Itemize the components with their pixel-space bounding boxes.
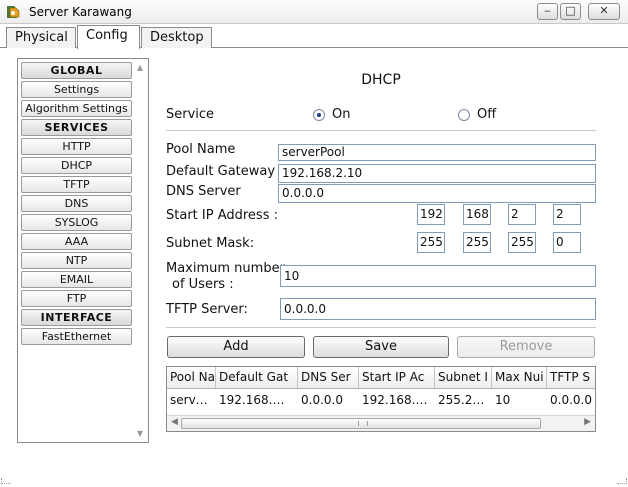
default-gateway-input[interactable]: 192.168.2.10 [278,164,596,183]
pool-table: Pool Na Default Gat DNS Ser Start IP Ac Subn… [166,366,596,432]
sidebar-item-syslog[interactable]: SYSLOG [21,214,132,231]
table-cell: serv… [170,393,208,407]
tab-strip: Physical Config Desktop [0,25,628,49]
table-header: Pool Na Default Gat DNS Ser Start IP Ac Subn… [167,367,595,389]
column-header[interactable]: Default Gat [216,367,298,388]
subnet-octet-1[interactable]: 255 [417,232,445,253]
add-button[interactable]: Add [167,336,305,358]
divider [166,130,596,131]
tab-physical[interactable]: Physical [6,27,76,48]
table-cell: 0.0.0.0 [301,393,343,407]
tab-config[interactable]: Config [77,25,140,49]
tftp-server-input[interactable]: 0.0.0.0 [280,298,596,320]
scrollbar-thumb[interactable] [181,418,541,429]
minimize-button[interactable]: ‒ [537,3,558,20]
sidebar-section-header: GLOBAL [21,62,132,79]
table-cell: 10 [495,393,511,407]
sidebar-item-settings[interactable]: Settings [21,81,132,98]
subnet-octet-4[interactable]: 0 [553,232,581,253]
window-title: Server Karawang [29,5,132,19]
subnet-mask-label: Subnet Mask: [166,236,255,251]
max-users-label-line2: of Users : [172,277,234,292]
table-hscrollbar[interactable]: ◀ ▶ [167,415,595,431]
service-off-radio[interactable] [458,109,470,121]
service-on-label: On [332,107,351,122]
default-gateway-label: Default Gateway [166,164,276,179]
dns-server-input[interactable]: 0.0.0.0 [278,184,596,203]
sidebar-item-dhcp[interactable]: DHCP [21,157,132,174]
table-cell: 0.0.0.0 [550,393,592,407]
tab-desktop[interactable]: Desktop [141,27,212,48]
subnet-octet-2[interactable]: 255 [463,232,491,253]
table-cell: 192.168.… [362,393,428,407]
sidebar-item-tftp[interactable]: TFTP [21,176,132,193]
column-header[interactable]: Pool Na [167,367,216,388]
sidebar-section-header: INTERFACE [21,309,132,326]
dhcp-panel: DHCP Service On Off Pool Name serverPool… [166,58,598,443]
dns-server-label: DNS Server [166,184,241,199]
pool-name-input[interactable]: serverPool [278,144,596,161]
service-on-radio[interactable] [313,109,325,121]
page-title: DHCP [361,72,401,88]
start-ip-octet-3[interactable]: 2 [508,204,536,225]
column-header[interactable]: DNS Ser [298,367,359,388]
sidebar-item-algorithm-settings[interactable]: Algorithm Settings [21,100,132,117]
resize-corner [617,478,627,484]
divider [166,327,596,328]
sidebar-list: GLOBAL Settings Algorithm Settings SERVICES… [21,62,132,347]
column-header[interactable]: TFTP S [547,367,595,388]
save-button[interactable]: Save [313,336,449,358]
start-ip-octet-2[interactable]: 168 [463,204,491,225]
table-cell: 255.2… [438,393,485,407]
config-sidebar: GLOBAL Settings Algorithm Settings SERVICES… [17,58,149,443]
column-header[interactable]: Subnet I [435,367,492,388]
column-header[interactable]: Max Nui [492,367,547,388]
sidebar-item-ftp[interactable]: FTP [21,290,132,307]
sidebar-item-fastethernet[interactable]: FastEthernet [21,328,132,345]
scroll-down-icon[interactable]: ▼ [134,429,146,438]
start-ip-label: Start IP Address : [166,208,278,223]
maximize-button[interactable]: □ [560,3,581,20]
sidebar-item-dns[interactable]: DNS [21,195,132,212]
sidebar-item-http[interactable]: HTTP [21,138,132,155]
service-off-label: Off [477,107,497,122]
resize-corner [1,478,11,484]
pool-name-label: Pool Name [166,142,236,157]
sidebar-item-ntp[interactable]: NTP [21,252,132,269]
close-button[interactable]: ✕ [588,3,620,20]
server-app-icon [7,6,20,18]
sidebar-item-aaa[interactable]: AAA [21,233,132,250]
scroll-right-icon[interactable]: ▶ [584,417,591,427]
column-header[interactable]: Start IP Ac [359,367,435,388]
sidebar-item-email[interactable]: EMAIL [21,271,132,288]
title-bar: Server Karawang ‒ □ ✕ [0,0,628,24]
start-ip-octet-1[interactable]: 192 [417,204,445,225]
subnet-octet-3[interactable]: 255 [508,232,536,253]
sidebar-scrollbar[interactable]: ▲ ▼ [134,61,146,440]
max-users-input[interactable]: 10 [280,265,596,287]
sidebar-section-header: SERVICES [21,119,132,136]
tftp-server-label: TFTP Server: [166,302,248,317]
max-users-label-line1: Maximum number [166,261,285,276]
scroll-left-icon[interactable]: ◀ [171,417,178,427]
service-label: Service [166,107,215,122]
remove-button[interactable]: Remove [457,336,595,358]
table-cell: 192.168.… [219,393,285,407]
scroll-up-icon[interactable]: ▲ [134,63,146,72]
start-ip-octet-4[interactable]: 2 [553,204,581,225]
